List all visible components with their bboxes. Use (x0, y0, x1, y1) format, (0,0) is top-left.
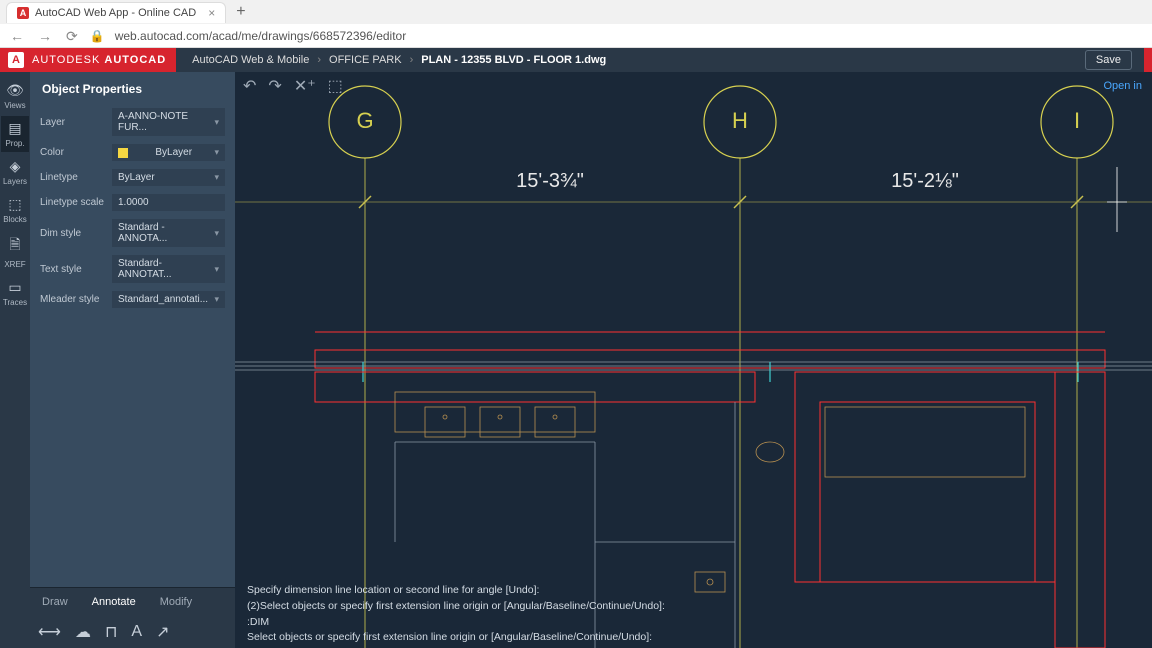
grid-bubble-H: H (704, 86, 776, 648)
tab-title: AutoCAD Web App - Online CAD (35, 7, 196, 19)
prop-row-dim-style: Dim styleStandard - ANNOTA...▾ (30, 215, 235, 251)
rail-icon: ▤ (1, 120, 29, 137)
prop-label: Text style (40, 264, 112, 275)
dimension-text: 15'-2⅛" (891, 170, 959, 192)
left-rail: 👁Views▤Prop.◈Layers⬚Blocks🗎XREF▭Traces (0, 72, 30, 648)
panel-title: Object Properties (30, 72, 235, 104)
rail-icon: ▭ (1, 279, 29, 296)
prop-value-dropdown[interactable]: 1.0000 (112, 194, 225, 211)
mode-tab-draw[interactable]: Draw (30, 588, 80, 616)
svg-text:I: I (1074, 108, 1080, 133)
browser-chrome: A AutoCAD Web App - Online CAD × + ← → ⟳… (0, 0, 1152, 48)
app-header: A AUTODESK AUTOCAD AutoCAD Web & Mobile … (0, 48, 1152, 72)
rail-item-blocks[interactable]: ⬚Blocks (1, 192, 29, 228)
rail-icon: ◈ (1, 158, 29, 175)
grid-bubble-I: I (1041, 86, 1113, 648)
browser-tab[interactable]: A AutoCAD Web App - Online CAD × (6, 2, 226, 23)
lock-icon: 🔒 (90, 29, 105, 43)
dimension-linear-icon[interactable]: ⟷ (38, 622, 61, 642)
command-log: Specify dimension line location or secon… (235, 579, 1152, 648)
prop-value-dropdown[interactable]: ByLayer▾ (112, 144, 225, 161)
prop-label: Dim style (40, 228, 112, 239)
address-row: ← → ⟳ 🔒 web.autocad.com/acad/me/drawings… (0, 24, 1152, 48)
prop-label: Linetype scale (40, 197, 112, 208)
floor-plan-geometry (235, 167, 1152, 648)
command-line: (2)Select objects or specify first exten… (247, 599, 1140, 615)
grid-bubble-G: G (329, 86, 401, 648)
chevron-down-icon: ▾ (214, 172, 219, 183)
chevron-down-icon: ▾ (214, 147, 219, 158)
command-line: Select objects or specify first extensio… (247, 630, 1140, 646)
mode-tabs: DrawAnnotateModify (30, 587, 235, 616)
prop-label: Linetype (40, 172, 112, 183)
main-layout: 👁Views▤Prop.◈Layers⬚Blocks🗎XREF▭Traces O… (0, 72, 1152, 648)
prop-row-linetype-scale: Linetype scale1.0000 (30, 190, 235, 215)
breadcrumb-file[interactable]: PLAN - 12355 BLVD - FLOOR 1.dwg (421, 54, 606, 66)
command-line: Specify dimension line location or secon… (247, 583, 1140, 599)
dimension-text: 15'-3¾" (516, 170, 584, 192)
prop-label: Color (40, 147, 112, 158)
reload-icon[interactable]: ⟳ (64, 28, 80, 45)
prop-row-linetype: LinetypeByLayer▾ (30, 165, 235, 190)
drawing-canvas[interactable]: ↶ ↷ ✕⁺ ⬚ Open in G H I 15'-3¾" 15'-2⅛" (235, 72, 1152, 648)
redo-icon[interactable]: ↷ (268, 76, 281, 96)
prop-row-layer: LayerA-ANNO-NOTE FUR...▾ (30, 104, 235, 140)
breadcrumb-root[interactable]: AutoCAD Web & Mobile (192, 54, 309, 66)
rail-icon: ⬚ (1, 196, 29, 213)
rail-item-traces[interactable]: ▭Traces (1, 275, 29, 311)
favicon-icon: A (17, 7, 29, 19)
chevron-right-icon: › (410, 54, 414, 66)
prop-row-color: ColorByLayer▾ (30, 140, 235, 165)
undo-icon[interactable]: ↶ (243, 76, 256, 96)
back-icon[interactable]: ← (8, 28, 26, 44)
mode-tab-modify[interactable]: Modify (148, 588, 204, 616)
prop-row-mleader-style: Mleader styleStandard_annotati...▾ (30, 287, 235, 312)
svg-text:H: H (732, 108, 748, 133)
color-swatch (118, 148, 128, 158)
close-tab-icon[interactable]: × (208, 6, 215, 20)
rail-item-prop[interactable]: ▤Prop. (1, 116, 29, 152)
properties-panel: Object Properties LayerA-ANNO-NOTE FUR..… (30, 72, 235, 648)
prop-label: Mleader style (40, 294, 112, 305)
app-title: AUTODESK AUTOCAD (32, 54, 166, 66)
rail-item-views[interactable]: 👁Views (1, 78, 29, 114)
annotate-tools: ⟷ ☁ ⊓ A ↗ (30, 616, 235, 648)
text-icon[interactable]: A (131, 623, 142, 641)
chevron-right-icon: › (317, 54, 321, 66)
prop-value-dropdown[interactable]: Standard - ANNOTA...▾ (112, 219, 225, 247)
save-button[interactable]: Save (1085, 50, 1132, 70)
leader-icon[interactable]: ↗ (156, 622, 169, 642)
select-icon[interactable]: ⬚ (328, 76, 343, 96)
chevron-down-icon: ▾ (214, 228, 219, 239)
prop-value-dropdown[interactable]: Standard-ANNOTAT...▾ (112, 255, 225, 283)
url-text[interactable]: web.autocad.com/acad/me/drawings/6685723… (115, 29, 407, 43)
command-line: :DIM (247, 615, 1140, 631)
tab-row: A AutoCAD Web App - Online CAD × + (0, 0, 1152, 24)
cloud-icon[interactable]: ☁ (75, 622, 91, 642)
prop-label: Layer (40, 117, 112, 128)
prop-row-text-style: Text styleStandard-ANNOTAT...▾ (30, 251, 235, 287)
rail-icon: 🗎 (1, 234, 29, 258)
canvas-toolbar: ↶ ↷ ✕⁺ ⬚ (243, 76, 343, 96)
chevron-down-icon: ▾ (214, 294, 219, 305)
new-tab-button[interactable]: + (226, 3, 255, 21)
breadcrumb-folder[interactable]: OFFICE PARK (329, 54, 402, 66)
prop-value-dropdown[interactable]: Standard_annotati...▾ (112, 291, 225, 308)
svg-text:G: G (356, 108, 373, 133)
open-in-link[interactable]: Open in (1103, 80, 1142, 92)
autodesk-logo-icon: A (8, 52, 24, 68)
mode-tab-annotate[interactable]: Annotate (80, 588, 148, 616)
rail-icon: 👁 (1, 82, 29, 99)
cad-drawing[interactable]: G H I 15'-3¾" 15'-2⅛" (235, 72, 1152, 648)
prop-value-dropdown[interactable]: ByLayer▾ (112, 169, 225, 186)
chevron-down-icon: ▾ (214, 264, 219, 275)
forward-icon[interactable]: → (36, 28, 54, 44)
snap-icon[interactable]: ✕⁺ (294, 76, 316, 96)
breadcrumb: AutoCAD Web & Mobile › OFFICE PARK › PLA… (176, 48, 1144, 72)
dimension-icon[interactable]: ⊓ (105, 622, 117, 642)
prop-value-dropdown[interactable]: A-ANNO-NOTE FUR...▾ (112, 108, 225, 136)
rail-item-xref[interactable]: 🗎XREF (1, 230, 29, 273)
chevron-down-icon: ▾ (214, 117, 219, 128)
rail-item-layers[interactable]: ◈Layers (1, 154, 29, 190)
